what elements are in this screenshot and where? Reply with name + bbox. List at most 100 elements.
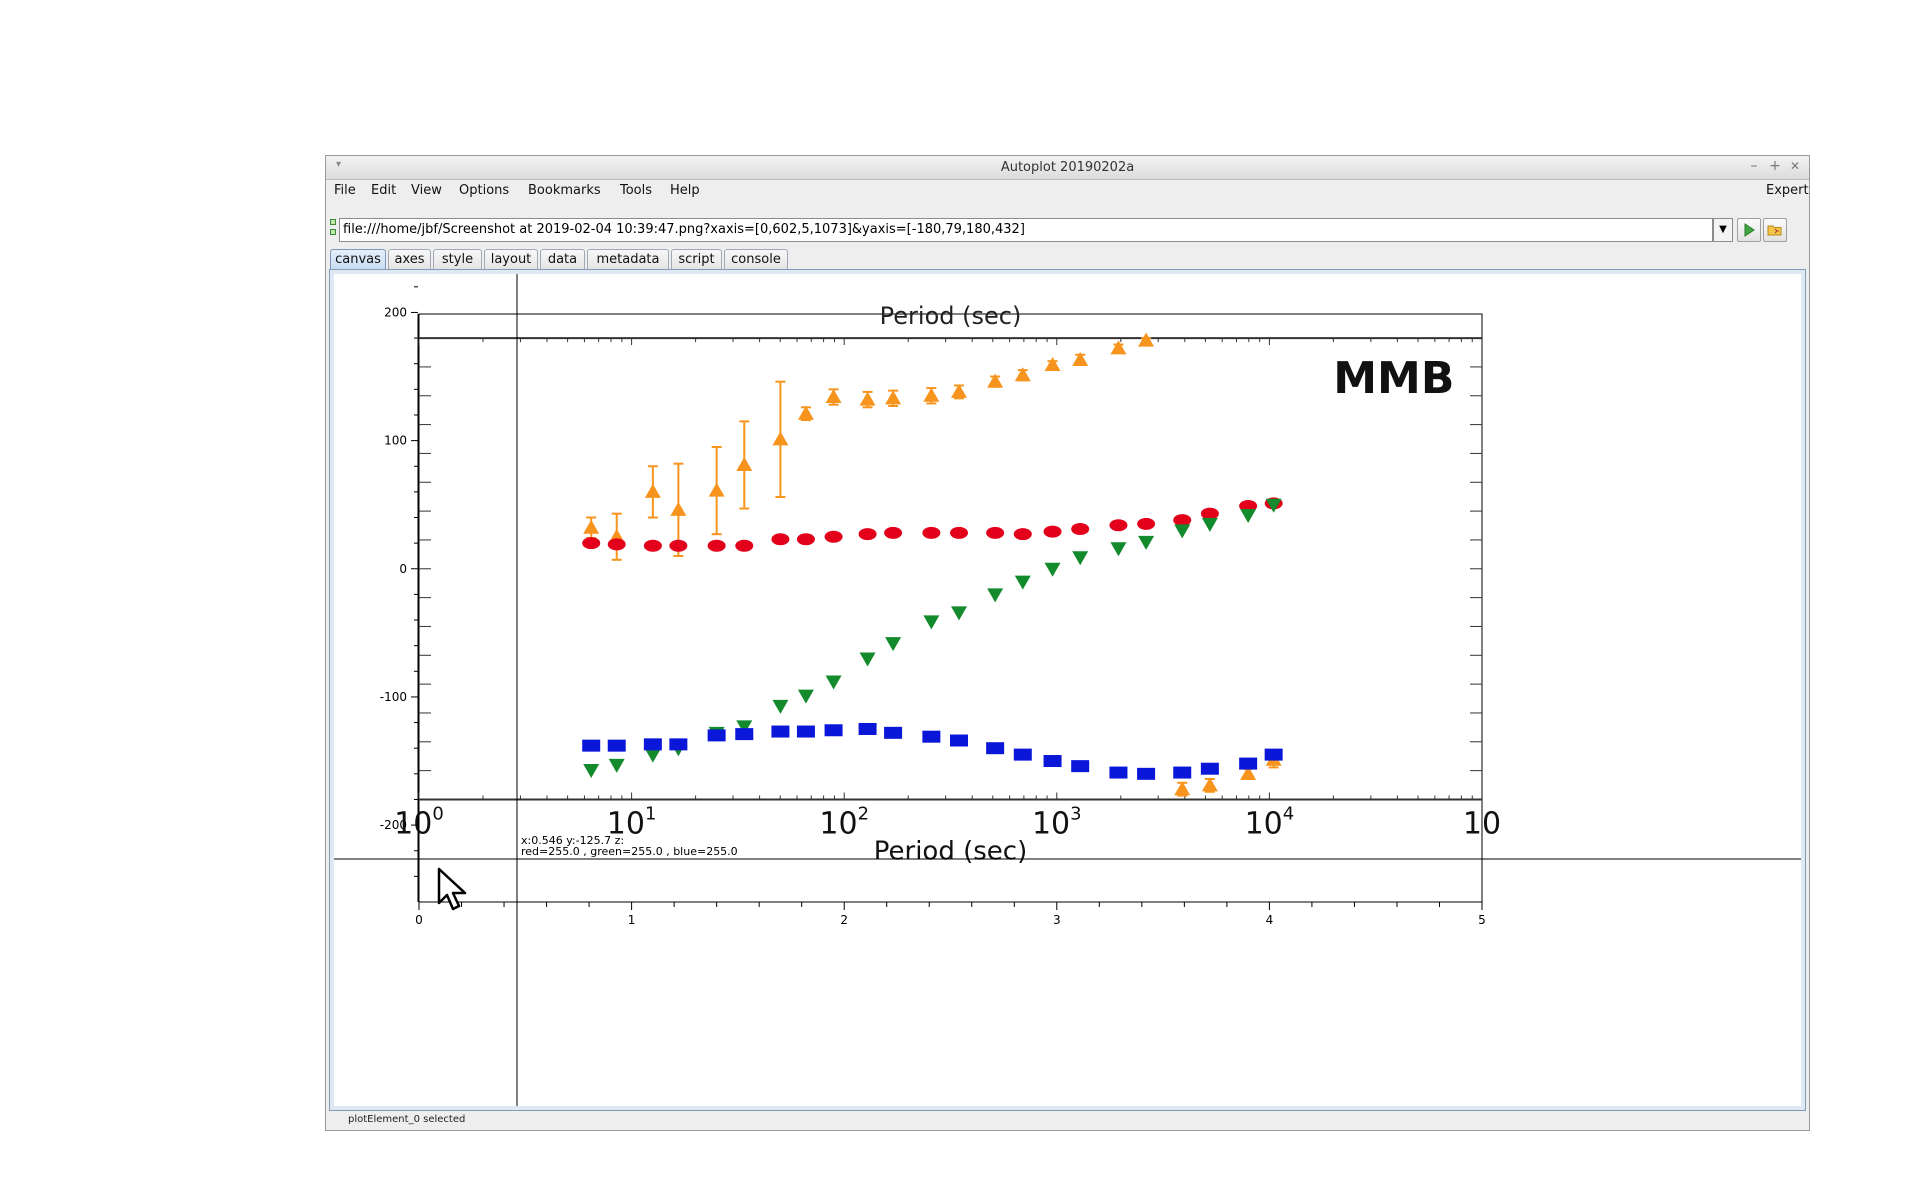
menu-bar: File Edit View Options Bookmarks Tools H… — [326, 179, 1809, 201]
data-point-blue — [1137, 767, 1156, 780]
data-point-red — [858, 528, 877, 541]
x-tick-label: 5 — [1478, 913, 1486, 927]
url-input[interactable]: file:///home/jbf/Screenshot at 2019-02-0… — [339, 218, 1713, 242]
tab-layout[interactable]: layout — [484, 249, 538, 269]
data-point-blue — [796, 725, 815, 738]
data-point-green — [797, 689, 814, 704]
data-point-red — [796, 533, 815, 546]
maximize-icon[interactable]: + — [1767, 158, 1783, 174]
title-bar[interactable]: ▾ Autoplot 20190202a – + ✕ — [326, 156, 1809, 180]
data-point-green — [923, 615, 940, 630]
data-point-green — [825, 675, 842, 690]
menu-edit[interactable]: Edit — [371, 183, 396, 198]
data-point-orange — [1138, 332, 1155, 347]
image-bottom-tick-label: 103 — [1032, 803, 1082, 841]
data-point-blue — [582, 739, 601, 752]
y-tick-label: -200 — [380, 818, 407, 832]
data-point-green — [1044, 562, 1061, 577]
data-point-blue — [884, 726, 903, 739]
data-point-green — [644, 748, 661, 763]
data-point-red — [643, 539, 662, 552]
data-point-red — [1013, 528, 1032, 541]
x-tick-label: 4 — [1266, 913, 1274, 927]
data-point-green — [885, 637, 902, 652]
data-point-blue — [922, 730, 941, 743]
tab-style[interactable]: style — [433, 249, 482, 269]
x-tick-label: 3 — [1053, 913, 1061, 927]
plot-svg[interactable]: Period (sec) Period (sec) MMB 100 1 0 1 102 103 1… — [334, 274, 1801, 1106]
data-point-red — [1071, 523, 1090, 536]
folder-icon — [1767, 225, 1782, 236]
tab-metadata[interactable]: metadata — [587, 249, 669, 269]
menu-tools[interactable]: Tools — [620, 183, 652, 198]
image-top-axis-label: Period (sec) — [880, 302, 1022, 330]
menu-options[interactable]: Options — [459, 183, 509, 198]
menu-bookmarks[interactable]: Bookmarks — [528, 183, 601, 198]
tab-console[interactable]: console — [724, 249, 788, 269]
data-point-orange — [1044, 356, 1061, 371]
data-point-blue — [707, 729, 726, 742]
menu-view[interactable]: View — [411, 183, 442, 198]
tab-axes[interactable]: axes — [388, 249, 431, 269]
data-point-green — [951, 606, 968, 621]
data-point-orange — [1072, 351, 1089, 366]
tab-canvas[interactable]: canvas — [330, 249, 386, 269]
tab-script[interactable]: script — [671, 249, 722, 269]
menu-file[interactable]: File — [334, 183, 356, 198]
close-icon[interactable]: ✕ — [1787, 159, 1803, 173]
image-bottom-tick-label: 104 — [1245, 803, 1295, 841]
x-tick-label: 0 — [415, 913, 423, 927]
data-point-orange — [923, 387, 940, 402]
plot-canvas[interactable]: Period (sec) Period (sec) MMB 100 1 0 1 102 103 1… — [334, 274, 1801, 1106]
data-point-blue — [1173, 766, 1192, 779]
menu-help[interactable]: Help — [670, 183, 700, 198]
image-bottom-axis-label: Period (sec) — [874, 836, 1027, 866]
plot-axes: 200 100 0 -100 -200 0 1 2 3 4 5 — [380, 286, 1486, 927]
data-point-red — [986, 526, 1005, 539]
data-point-orange — [583, 519, 600, 534]
window-title: Autoplot 20190202a — [1000, 160, 1135, 175]
x-tick-label: 2 — [840, 913, 848, 927]
data-point-blue — [1043, 755, 1062, 768]
data-point-green — [772, 699, 789, 714]
data-point-green — [1240, 508, 1257, 523]
minimize-icon[interactable]: – — [1746, 158, 1762, 174]
data-point-green — [1072, 551, 1089, 566]
image-tick-exponent: 1 — [645, 803, 656, 824]
menu-expert[interactable]: Expert — [1766, 183, 1809, 198]
data-point-red — [1043, 525, 1062, 538]
image-tick-exponent: 3 — [1070, 803, 1081, 824]
canvas-panel: Period (sec) Period (sec) MMB 100 1 0 1 102 103 1… — [329, 269, 1806, 1111]
data-point-red — [884, 526, 903, 539]
data-point-green — [583, 763, 600, 778]
chevron-down-icon: ▼ — [1719, 224, 1727, 235]
data-point-blue — [771, 725, 790, 738]
data-point-orange — [736, 456, 753, 471]
data-point-blue — [607, 739, 626, 752]
crosshair: x:0.546 y:-125.7 z: red=255.0 , green=25… — [334, 274, 1801, 1106]
data-point-blue — [735, 728, 754, 741]
data-point-green — [1110, 542, 1127, 557]
data-point-blue — [950, 734, 969, 747]
data-point-red — [824, 530, 843, 543]
image-bottom-tick-label: 102 — [819, 803, 869, 841]
autoplot-window: ▾ Autoplot 20190202a – + ✕ File Edit Vie… — [325, 155, 1810, 1131]
data-point-red — [1137, 517, 1156, 530]
x-tick-label: 1 — [628, 913, 636, 927]
go-button[interactable] — [1737, 218, 1761, 242]
y-tick-label: 100 — [384, 434, 407, 448]
data-point-blue — [1264, 748, 1283, 761]
image-tick-exponent: 4 — [1283, 803, 1294, 824]
browse-button[interactable] — [1763, 218, 1787, 242]
image-annotation: MMB — [1333, 353, 1454, 404]
data-point-red — [669, 539, 688, 552]
url-history-dropdown[interactable]: ▼ — [1713, 218, 1733, 242]
data-point-orange — [670, 501, 687, 516]
data-point-red — [922, 526, 941, 539]
tab-data[interactable]: data — [540, 249, 585, 269]
plot-border — [418, 313, 1483, 903]
data-point-green — [987, 588, 1004, 603]
data-source-icon — [330, 219, 336, 237]
data-point-red — [1109, 519, 1128, 532]
data-point-blue — [1013, 748, 1032, 761]
